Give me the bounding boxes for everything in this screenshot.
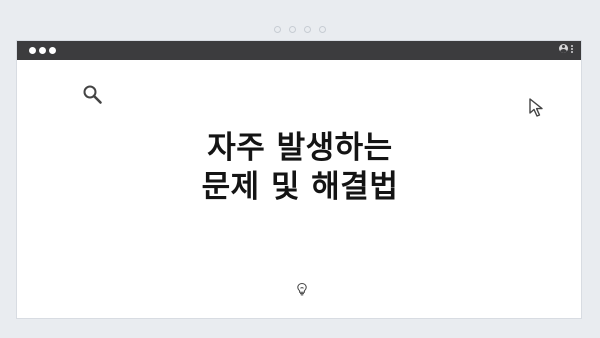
headline-line-1: 자주 발생하는: [207, 130, 393, 166]
search-icon: [83, 85, 102, 104]
minimize-window-button[interactable]: [39, 47, 46, 54]
carousel-dot[interactable]: [304, 26, 311, 33]
lightbulb-icon: [297, 282, 307, 296]
browser-toolbar-icons: [559, 44, 573, 53]
menu-dots-icon[interactable]: [571, 44, 573, 53]
carousel-indicator: [0, 26, 600, 33]
carousel-dot[interactable]: [319, 26, 326, 33]
maximize-window-button[interactable]: [49, 47, 56, 54]
browser-window: 자주 발생하는 문제 및 해결법: [16, 40, 582, 319]
browser-titlebar: [17, 41, 581, 60]
carousel-dot[interactable]: [274, 26, 281, 33]
cursor-icon: [529, 98, 543, 117]
carousel-dot[interactable]: [289, 26, 296, 33]
window-controls: [29, 47, 56, 54]
profile-icon[interactable]: [559, 44, 568, 53]
page-title: 자주 발생하는 문제 및 해결법: [17, 129, 583, 207]
close-window-button[interactable]: [29, 47, 36, 54]
headline-line-2: 문제 및 해결법: [201, 169, 399, 205]
